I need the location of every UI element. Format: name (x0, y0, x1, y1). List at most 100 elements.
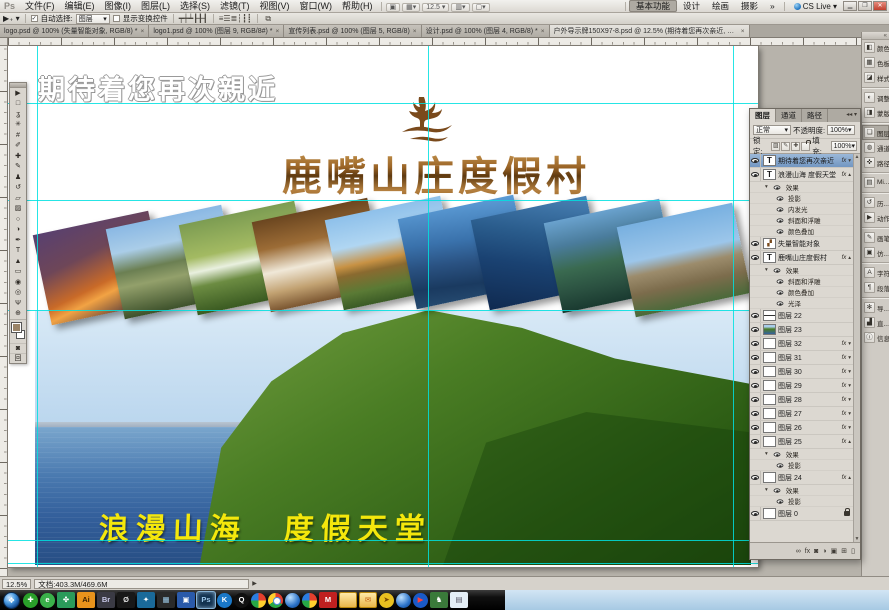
layer-row[interactable]: 图层 27fx▾ (750, 407, 853, 421)
layer-name[interactable]: 浪漫山海 度假天堂 (778, 170, 840, 180)
effect-row[interactable]: 斜面和浮雕 (750, 276, 853, 287)
effect-row[interactable]: 内发光 (750, 204, 853, 215)
layer-row[interactable]: 图层 22 (750, 309, 853, 323)
dock-panel-路径[interactable]: ✜路径 (862, 155, 889, 170)
layers-scrollbar[interactable]: ▲▼ (853, 154, 860, 542)
dock-panel-通道[interactable]: ◍通道 (862, 140, 889, 155)
layer-thumbnail[interactable] (763, 380, 776, 391)
menu-item[interactable]: 窗口(W) (295, 1, 338, 11)
document-canvas[interactable]: 期待着您再次親近 鹿嘴山庄度假村 浪漫山海 度假天堂 (8, 46, 758, 567)
layer-row[interactable]: 图层 32fx▾ (750, 337, 853, 351)
fx-collapse-icon[interactable]: ▾ (848, 383, 852, 389)
layer-style-icon[interactable]: fx (805, 548, 810, 555)
quick-selection-tool[interactable]: ✳ (10, 120, 26, 131)
3d-orbit-tool[interactable]: ◎ (10, 288, 26, 299)
guide-horizontal[interactable] (8, 540, 758, 541)
new-layer-icon[interactable]: ⊞ (841, 547, 847, 555)
visibility-toggle[interactable] (750, 237, 761, 250)
layer-name[interactable]: 图层 32 (778, 339, 840, 349)
clone-stamp-tool[interactable]: ♟ (10, 172, 26, 183)
menu-item[interactable]: 编辑(E) (60, 1, 100, 11)
dock-panel-图层[interactable]: ❏图层 (862, 125, 889, 140)
workspace-button[interactable]: 摄影 (735, 1, 764, 11)
panel-menu-icon[interactable]: ◂◂ ▾ (846, 109, 860, 122)
360-safe[interactable]: ✚ (23, 593, 38, 608)
zoom-tool[interactable]: ⊕ (10, 309, 26, 320)
add-mask-icon[interactable]: ◙ (814, 548, 818, 555)
show-transform-checkbox[interactable] (113, 15, 120, 22)
layer-row[interactable]: 图层 29fx▾ (750, 379, 853, 393)
blue-sphere-browser[interactable] (285, 593, 300, 608)
media-play-app[interactable]: ▶ (413, 593, 428, 608)
layer-name[interactable]: 图层 28 (778, 395, 840, 405)
effect-row[interactable]: 投影 (750, 496, 853, 507)
visibility-toggle[interactable] (750, 507, 761, 520)
bridge[interactable]: Br (97, 592, 115, 608)
restore-button[interactable]: ❐ (858, 1, 872, 11)
dock-panel-直...[interactable]: ▟直... (862, 315, 889, 330)
visibility-toggle[interactable] (774, 287, 785, 297)
arrange-documents-icon[interactable]: ▥▾ (451, 3, 469, 12)
visibility-toggle[interactable] (750, 323, 761, 336)
visibility-toggle[interactable] (750, 154, 761, 167)
layer-thumbnail[interactable] (763, 472, 776, 483)
photoshop-logo[interactable]: Ps (2, 1, 20, 11)
document-tab[interactable]: 设计.psd @ 100% (图层 4, RGB/8) *× (422, 25, 550, 37)
globe-app[interactable] (396, 593, 411, 608)
layer-row[interactable]: 图层 25fx▴ (750, 435, 853, 449)
gradient-tool[interactable]: ▨ (10, 204, 26, 215)
fx-collapse-icon[interactable]: ▴ (848, 255, 852, 261)
auto-select-checkbox[interactable]: ✓ (31, 15, 38, 22)
notepad[interactable]: ▤ (450, 592, 468, 608)
layer-thumbnail[interactable]: ▞ (763, 238, 776, 249)
dock-panel-样式[interactable]: ◪样式 (862, 70, 889, 85)
auto-align-button[interactable]: ⧉ (263, 14, 274, 24)
effects-header-row[interactable]: ▾效果 (750, 449, 853, 460)
visibility-toggle[interactable] (750, 421, 761, 434)
dock-panel-段落[interactable]: ¶段落 (862, 280, 889, 295)
layer-name[interactable]: 图层 0 (778, 509, 842, 519)
collapse-icon[interactable]: ▾ (765, 267, 769, 273)
eyedropper-tool[interactable]: ✐ (10, 141, 26, 152)
effects-header-row[interactable]: ▾效果 (750, 485, 853, 496)
layer-thumbnail[interactable] (763, 366, 776, 377)
blue-box-app[interactable]: ▣ (177, 592, 195, 608)
effect-row[interactable]: 斜面和浮雕 (750, 215, 853, 226)
yellow-bird-app[interactable]: ➤ (379, 593, 394, 608)
fx-collapse-icon[interactable]: ▾ (848, 411, 852, 417)
black-camera-app[interactable]: Ø (117, 592, 135, 608)
visibility-toggle[interactable] (774, 460, 785, 470)
launch-bridge-icon[interactable]: ▣ (386, 3, 401, 12)
layer-row[interactable]: 图层 23 (750, 323, 853, 337)
cs-live-button[interactable]: CS Live ▾ (794, 2, 837, 11)
layer-thumbnail[interactable] (763, 436, 776, 447)
start-button[interactable]: ❖ (3, 592, 20, 609)
guide-horizontal[interactable] (8, 310, 758, 311)
layer-name[interactable]: 失量智能对象 (778, 239, 852, 249)
dock-panel-历...[interactable]: ↺历... (862, 195, 889, 210)
layers-panel-tab[interactable]: 图层 (750, 109, 776, 122)
effect-row[interactable]: 光泽 (750, 298, 853, 309)
guide-horizontal[interactable] (8, 200, 758, 201)
effect-row[interactable]: 投影 (750, 193, 853, 204)
layer-thumbnail[interactable] (763, 408, 776, 419)
layer-row[interactable]: 图层 26fx▾ (750, 421, 853, 435)
menu-item[interactable]: 选择(S) (175, 1, 215, 11)
tab-close-icon[interactable]: × (541, 28, 545, 35)
visibility-toggle[interactable] (774, 193, 785, 203)
document-tab[interactable]: 户外导示牌150X97-8.psd @ 12.5% (期待着您再次亲近, RGB… (550, 25, 750, 37)
fx-collapse-icon[interactable]: ▾ (848, 369, 852, 375)
dock-panel-导...[interactable]: ✻导... (862, 300, 889, 315)
zoom-level-field[interactable]: 12.5 ▾ (422, 3, 449, 12)
dock-panel-色板[interactable]: ▦色板 (862, 55, 889, 70)
visibility-toggle[interactable] (774, 298, 785, 308)
qq[interactable]: Q (234, 593, 249, 608)
text-layer-thumbnail[interactable]: T (763, 155, 776, 166)
visibility-toggle[interactable] (774, 226, 785, 236)
fx-collapse-icon[interactable]: ▾ (848, 158, 852, 164)
tab-close-icon[interactable]: × (413, 28, 417, 35)
scroll-up-icon[interactable]: ▲ (855, 154, 860, 160)
menu-item[interactable]: 图像(I) (100, 1, 137, 11)
layer-row[interactable]: T鹿嘴山庄度假村fx▴ (750, 251, 853, 265)
document-tab[interactable]: 宣传列表.psd @ 100% (图层 5, RGB/8)× (284, 25, 421, 37)
